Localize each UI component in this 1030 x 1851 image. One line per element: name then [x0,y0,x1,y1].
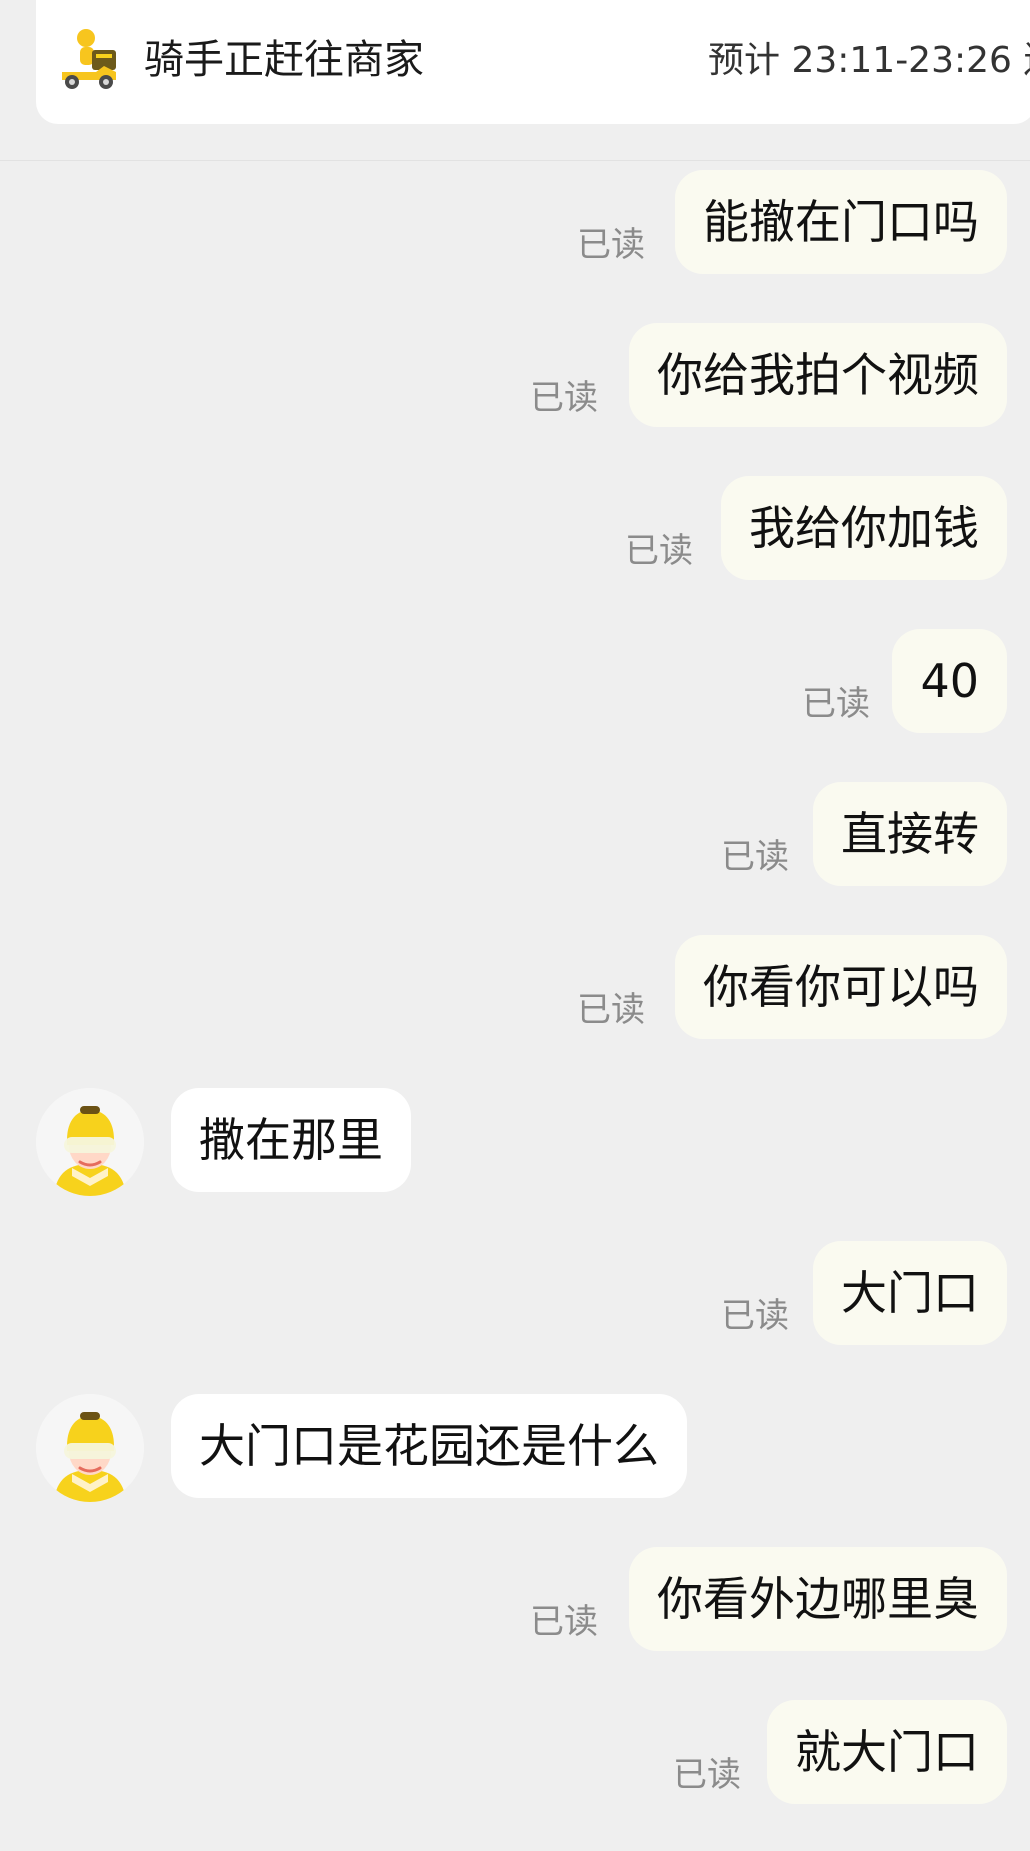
outgoing-message-bubble[interactable]: 大门口 [813,1241,1007,1345]
read-receipt: 已读 [673,1755,741,1795]
read-receipt: 已读 [802,684,870,724]
incoming-message-bubble[interactable]: 撒在那里 [171,1088,411,1192]
read-receipt: 已读 [625,531,693,571]
outgoing-message-bubble[interactable]: 我给你加钱 [721,476,1007,580]
outgoing-message-bubble[interactable]: 你看你可以吗 [675,935,1007,1039]
outgoing-message-bubble[interactable]: 你给我拍个视频 [629,323,1007,427]
read-receipt: 已读 [577,225,645,265]
read-receipt: 已读 [530,1602,598,1642]
outgoing-message-bubble[interactable]: 就大门口 [767,1700,1007,1804]
rider-scooter-icon [56,26,122,92]
outgoing-message-bubble[interactable]: 能撤在门口吗 [675,170,1007,274]
rider-avatar-icon[interactable] [36,1088,144,1196]
rider-avatar-icon[interactable] [36,1394,144,1502]
read-receipt: 已读 [721,1296,789,1336]
outgoing-message-bubble[interactable]: 你看外边哪里臭 [629,1547,1007,1651]
read-receipt: 已读 [721,837,789,877]
delivery-eta: 预计 23:11-23:26 送 [708,40,1030,81]
outgoing-message-bubble[interactable]: 直接转 [813,782,1007,886]
read-receipt: 已读 [577,990,645,1030]
read-receipt: 已读 [530,378,598,418]
outgoing-message-bubble[interactable]: 40 [892,629,1007,733]
order-status-card[interactable]: 骑手正赶往商家 预计 23:11-23:26 送 [36,0,1030,124]
header-divider [0,160,1030,161]
order-status-title: 骑手正赶往商家 [144,37,424,83]
incoming-message-bubble[interactable]: 大门口是花园还是什么 [171,1394,687,1498]
